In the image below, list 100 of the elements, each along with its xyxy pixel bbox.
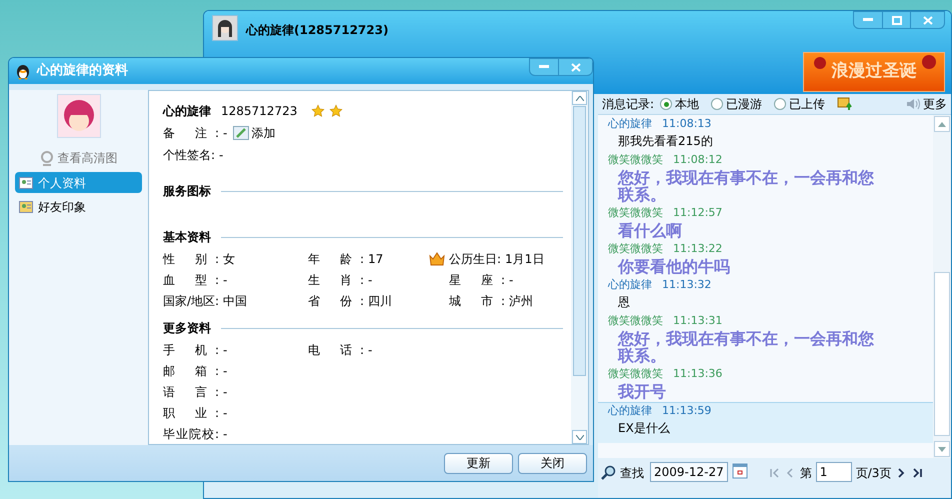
message-text: 您好，我现在有事不在，一会再和您联系。 xyxy=(616,167,875,205)
field-label: 血 型: xyxy=(163,272,219,288)
field-value: 泸州 xyxy=(509,292,533,310)
view-photo-link[interactable]: 查看高清图 xyxy=(58,149,118,167)
page-count: 页/3页 xyxy=(856,465,892,482)
search-button[interactable]: 查找 xyxy=(620,464,644,482)
profile-avatar xyxy=(56,94,100,138)
message-sender: 微笑微微笑 xyxy=(608,205,663,220)
chat-message[interactable]: 微笑微微笑 11:13:31 您好，我现在有事不在，一会再和您联系。 xyxy=(598,313,933,366)
field-value: - xyxy=(223,362,228,380)
add-remark-link[interactable]: 添加 xyxy=(251,124,276,142)
date-field[interactable]: 2009-12-27 xyxy=(650,462,728,482)
next-page-icon[interactable] xyxy=(897,468,906,478)
calendar-icon[interactable] xyxy=(732,462,748,480)
chat-message[interactable]: 微笑微微笑 11:08:12 您好，我现在有事不在，一会再和您联系。 xyxy=(598,152,933,205)
message-sender: 心的旋律 xyxy=(608,116,652,131)
field-value: 四川 xyxy=(368,292,392,310)
field-value: - xyxy=(223,426,228,442)
chat-message[interactable]: 心的旋律 11:08:13 那我先看看215的 xyxy=(598,116,933,152)
profile-number: 1285712723 xyxy=(221,103,298,120)
chat-message[interactable]: 心的旋律 11:13:32 恩 xyxy=(598,277,933,313)
field-label: 国家/地区: xyxy=(163,292,219,310)
dialog-button[interactable]: 关闭 xyxy=(518,452,587,474)
close-button[interactable] xyxy=(911,11,945,29)
message-text: 看什么啊 xyxy=(617,220,683,241)
star-icon xyxy=(329,104,344,118)
page-field[interactable]: 1 xyxy=(816,462,852,482)
message-time: 11:13:32 xyxy=(662,277,712,292)
chat-window-title: 心的旋律(1285712723) xyxy=(246,22,388,39)
chat-message[interactable]: 微笑微微笑 11:13:36 我开号 xyxy=(598,366,933,402)
chat-scrollbar[interactable] xyxy=(933,115,951,458)
message-sender: 微笑微微笑 xyxy=(608,313,663,328)
message-sender: 微笑微微笑 xyxy=(608,366,663,381)
history-source-radio[interactable]: 已上传 xyxy=(774,95,826,113)
message-time: 11:13:59 xyxy=(662,403,712,418)
profile-scrollbar[interactable] xyxy=(571,91,588,444)
close-icon xyxy=(570,62,580,72)
message-time: 11:13:22 xyxy=(673,241,722,256)
sidebar-nav-item[interactable]: 好友印象 xyxy=(15,196,142,217)
message-text: EX是什么 xyxy=(617,420,671,437)
field-value: - xyxy=(223,125,228,142)
star-icon xyxy=(311,104,326,118)
field-label: 星 座: xyxy=(449,272,505,288)
message-text: 那我先看看215的 xyxy=(617,133,714,150)
history-source-radio[interactable]: 已漫游 xyxy=(711,95,762,113)
field-value: - xyxy=(368,272,372,288)
field-value: 女 xyxy=(223,250,235,268)
field-value: - xyxy=(223,342,228,358)
field-label: 备 注: xyxy=(163,125,219,142)
chat-message[interactable]: 微笑微微笑 11:13:22 你要看他的牛吗 xyxy=(598,241,933,277)
dialog-button[interactable]: 更新 xyxy=(444,452,513,474)
scroll-up-icon[interactable] xyxy=(938,122,946,126)
close-button[interactable] xyxy=(559,58,593,76)
field-value: 中国 xyxy=(223,292,247,310)
first-page-icon[interactable] xyxy=(770,468,780,478)
previous-page-icon[interactable] xyxy=(786,468,794,478)
export-icon[interactable] xyxy=(837,97,854,111)
dialog-title: 心的旋律的资料 xyxy=(37,62,128,80)
field-label: 年 龄: xyxy=(308,250,364,268)
field-label: 电 话: xyxy=(308,342,364,358)
section-heading: 基本资料 xyxy=(163,229,211,246)
message-sender: 心的旋律 xyxy=(608,403,652,418)
field-value: 1月1日 xyxy=(505,250,544,268)
scroll-up-icon[interactable] xyxy=(576,96,584,100)
field-value: - xyxy=(223,404,228,422)
scroll-down-icon[interactable] xyxy=(938,446,946,452)
message-text: 您好，我现在有事不在，一会再和您联系。 xyxy=(616,328,875,366)
field-label: 省 份: xyxy=(308,292,364,310)
section-heading: 更多资料 xyxy=(163,320,211,337)
minimize-button[interactable] xyxy=(529,58,559,76)
field-value: - xyxy=(223,384,228,400)
scroll-down-icon[interactable] xyxy=(576,434,584,440)
minimize-button[interactable] xyxy=(853,11,883,29)
message-text: 你要看他的牛吗 xyxy=(616,256,731,277)
last-page-icon[interactable] xyxy=(913,468,924,478)
crown-icon xyxy=(429,252,445,266)
speaker-icon[interactable] xyxy=(905,97,921,111)
message-sender: 微笑微微笑 xyxy=(608,241,663,256)
maximize-button[interactable] xyxy=(883,11,911,29)
page-prefix: 第 xyxy=(800,465,812,482)
field-label: 性 别: xyxy=(163,250,219,268)
message-time: 11:13:36 xyxy=(673,366,722,381)
field-label: 公历生日: xyxy=(449,250,502,268)
field-label: 个性签名: xyxy=(163,147,216,164)
history-source-radio[interactable]: 本地 xyxy=(660,95,700,113)
edit-icon xyxy=(233,126,250,140)
chat-message[interactable]: 心的旋律 11:13:59 EX是什么 xyxy=(598,402,933,443)
magnifier-icon xyxy=(40,150,54,166)
minimize-icon xyxy=(539,65,549,69)
maximize-icon xyxy=(892,16,902,24)
message-text: 我开号 xyxy=(616,381,667,402)
minimize-icon xyxy=(863,18,873,22)
history-label: 消息记录: xyxy=(602,96,654,113)
field-value: - xyxy=(223,272,228,288)
id-card-icon xyxy=(19,176,33,190)
contact-icon xyxy=(19,200,33,214)
more-button[interactable]: 更多 xyxy=(923,95,947,113)
message-text: 恩 xyxy=(617,294,631,311)
message-time: 11:13:31 xyxy=(673,313,722,328)
chat-message[interactable]: 微笑微微笑 11:12:57 看什么啊 xyxy=(598,205,933,241)
